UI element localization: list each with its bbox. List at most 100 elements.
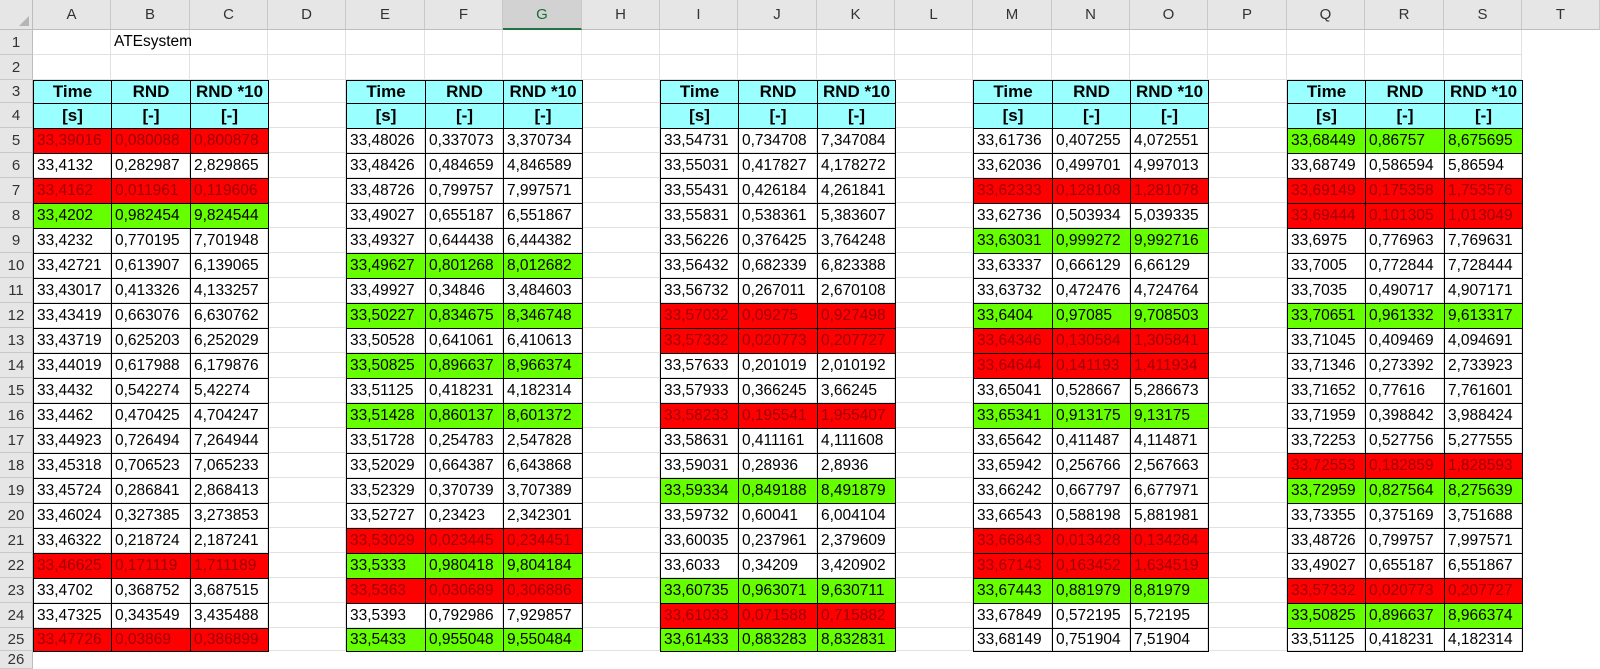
time-cell[interactable]: 33,7005 [1287, 253, 1366, 279]
rnd10-cell[interactable]: 1,305841 [1130, 328, 1209, 354]
grid-cell[interactable] [268, 278, 346, 303]
column-header-r[interactable]: R [1365, 0, 1444, 30]
grid-cell[interactable] [582, 153, 660, 178]
rnd-cell[interactable]: 0,282987 [111, 153, 191, 179]
row-header-10[interactable]: 10 [0, 253, 33, 278]
rnd10-cell[interactable]: 8,012682 [503, 253, 583, 279]
row-header-8[interactable]: 8 [0, 203, 33, 228]
time-cell[interactable]: 33,42721 [33, 253, 112, 279]
time-cell[interactable]: 33,73355 [1287, 503, 1366, 529]
rnd10-cell[interactable]: 6,823388 [817, 253, 896, 279]
grid-cell[interactable] [895, 303, 973, 328]
rnd-cell[interactable]: 0,34846 [425, 278, 504, 304]
rnd10-cell[interactable]: 6,551867 [1444, 553, 1523, 579]
spreadsheet-grid[interactable]: ABCDEFGHIJKLMNOPQRST 1 2 3 4 5 6 7 8 9 10 11 12 13 14… [0, 0, 1600, 669]
time-cell[interactable]: 33,72553 [1287, 453, 1366, 479]
header-cell[interactable]: RND *10 [190, 80, 269, 104]
rnd10-cell[interactable]: 3,764248 [817, 228, 896, 254]
grid-cell[interactable] [895, 228, 973, 253]
rnd-cell[interactable]: 0,706523 [111, 453, 191, 479]
time-cell[interactable]: 33,57332 [660, 328, 739, 354]
rnd10-cell[interactable]: 5,039335 [1130, 203, 1209, 229]
grid-cell[interactable] [268, 128, 346, 153]
rnd10-cell[interactable]: 4,182314 [1444, 628, 1523, 652]
rnd10-cell[interactable]: 1,411934 [1130, 353, 1209, 379]
rnd10-cell[interactable]: 9,613317 [1444, 303, 1523, 329]
header-cell[interactable]: RND *10 [817, 80, 896, 104]
time-cell[interactable]: 33,48726 [1287, 528, 1366, 554]
time-cell[interactable]: 33,57633 [660, 353, 739, 379]
rnd10-cell[interactable]: 1,955407 [817, 403, 896, 429]
time-cell[interactable]: 33,59031 [660, 453, 739, 479]
rnd-cell[interactable]: 0,849188 [738, 478, 818, 504]
row-header-6[interactable]: 6 [0, 153, 33, 178]
column-header-h[interactable]: H [582, 0, 660, 30]
rnd10-cell[interactable]: 7,51904 [1130, 628, 1209, 652]
rnd10-cell[interactable]: 1,634519 [1130, 553, 1209, 579]
rnd10-cell[interactable]: 2,187241 [190, 528, 269, 554]
grid-cell[interactable] [268, 578, 346, 603]
rnd-cell[interactable]: 0,020773 [1365, 578, 1445, 604]
header-cell[interactable]: RND [111, 80, 191, 104]
rnd-cell[interactable]: 0,860137 [425, 403, 504, 429]
time-cell[interactable]: 33,5363 [346, 578, 426, 604]
rnd10-cell[interactable]: 8,81979 [1130, 578, 1209, 604]
header-cell[interactable]: Time [660, 80, 739, 104]
time-cell[interactable]: 33,50528 [346, 328, 426, 354]
grid-cell[interactable] [582, 428, 660, 453]
time-cell[interactable]: 33,5333 [346, 553, 426, 579]
rnd10-cell[interactable]: 7,065233 [190, 453, 269, 479]
rnd10-cell[interactable]: 0,207727 [817, 328, 896, 354]
time-cell[interactable]: 33,60035 [660, 528, 739, 554]
grid-cell[interactable] [582, 128, 660, 153]
rnd10-cell[interactable]: 6,139065 [190, 253, 269, 279]
grid-cell[interactable] [1208, 278, 1287, 303]
time-cell[interactable]: 33,56226 [660, 228, 739, 254]
time-cell[interactable]: 33,39016 [33, 128, 112, 154]
rnd10-cell[interactable]: 4,178272 [817, 153, 896, 179]
grid-cell[interactable] [895, 55, 973, 80]
column-header-a[interactable]: A [33, 0, 111, 30]
row-header-24[interactable]: 24 [0, 603, 33, 628]
grid-cell[interactable] [1208, 253, 1287, 278]
unit-cell[interactable]: [-] [738, 103, 818, 129]
grid-cell[interactable] [1208, 453, 1287, 478]
grid-cell[interactable] [268, 30, 346, 55]
time-cell[interactable]: 33,6033 [660, 553, 739, 579]
column-header-o[interactable]: O [1130, 0, 1208, 30]
time-cell[interactable]: 33,60735 [660, 578, 739, 604]
grid-cell[interactable] [1052, 30, 1130, 55]
rnd10-cell[interactable]: 8,275639 [1444, 478, 1523, 504]
rnd-cell[interactable]: 0,28936 [738, 453, 818, 479]
rnd-cell[interactable]: 0,572195 [1052, 603, 1131, 629]
rnd-cell[interactable]: 0,625203 [111, 328, 191, 354]
rnd-cell[interactable]: 0,666129 [1052, 253, 1131, 279]
grid-cell[interactable] [582, 628, 660, 651]
rnd-cell[interactable]: 0,175358 [1365, 178, 1445, 204]
rnd-cell[interactable]: 0,734708 [738, 128, 818, 154]
rnd-cell[interactable]: 0,182859 [1365, 453, 1445, 479]
grid-cell[interactable] [582, 203, 660, 228]
row-header-4[interactable]: 4 [0, 103, 33, 128]
column-header-n[interactable]: N [1052, 0, 1130, 30]
column-header-b[interactable]: B [111, 0, 190, 30]
time-cell[interactable]: 33,66543 [973, 503, 1053, 529]
time-cell[interactable]: 33,58233 [660, 403, 739, 429]
time-cell[interactable]: 33,51728 [346, 428, 426, 454]
grid-cell[interactable] [268, 628, 346, 651]
unit-cell[interactable]: [s] [346, 103, 426, 129]
time-cell[interactable]: 33,52329 [346, 478, 426, 504]
rnd10-cell[interactable]: 5,277555 [1444, 428, 1523, 454]
time-cell[interactable]: 33,48726 [346, 178, 426, 204]
grid-cell[interactable] [582, 453, 660, 478]
time-cell[interactable]: 33,44019 [33, 353, 112, 379]
rnd-cell[interactable]: 0,655187 [425, 203, 504, 229]
unit-cell[interactable]: [s] [973, 103, 1053, 129]
rnd10-cell[interactable]: 6,643868 [503, 453, 583, 479]
rnd-cell[interactable]: 0,503934 [1052, 203, 1131, 229]
time-cell[interactable]: 33,4462 [33, 403, 112, 429]
rnd10-cell[interactable]: 0,207727 [1444, 578, 1523, 604]
time-cell[interactable]: 33,57933 [660, 378, 739, 404]
rnd-cell[interactable]: 0,586594 [1365, 153, 1445, 179]
rnd-cell[interactable]: 0,030689 [425, 578, 504, 604]
